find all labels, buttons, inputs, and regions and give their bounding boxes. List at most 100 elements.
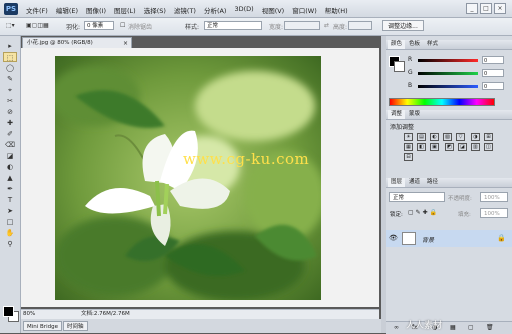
fill-input[interactable]: 100% (480, 208, 508, 218)
menu-file[interactable]: 文件(F) (24, 4, 50, 16)
brightness-icon[interactable]: ☀ (404, 133, 413, 141)
minimize-button[interactable]: _ (466, 3, 478, 14)
menu-filter[interactable]: 滤镜(T) (172, 4, 198, 16)
crop-tool-icon[interactable]: ⌖ (3, 85, 17, 95)
brush-tool-icon[interactable]: ✚ (3, 118, 17, 128)
menu-image[interactable]: 图像(I) (84, 4, 108, 16)
lock-label: 锁定: (390, 212, 403, 218)
selection-mode-icon[interactable]: ▣▢◫▦ (26, 22, 49, 29)
menu-3d[interactable]: 3D(D) (232, 4, 255, 16)
swap-icon[interactable]: ⇄ (324, 22, 329, 29)
color-spectrum[interactable] (389, 98, 495, 106)
blue-slider[interactable] (418, 85, 478, 88)
path-select-tool-icon[interactable]: ➤ (3, 206, 17, 216)
color-panel-bg-swatch[interactable] (394, 61, 405, 72)
timeline-tab[interactable]: 时间轴 (63, 321, 88, 331)
vibrance-icon[interactable]: ▽ (456, 133, 465, 141)
green-value[interactable]: 0 (482, 69, 504, 77)
close-tab-icon[interactable]: × (123, 38, 128, 48)
shape-tool-icon[interactable]: □ (3, 217, 17, 227)
menu-analysis[interactable]: 分析(A) (202, 4, 229, 16)
exposure-icon[interactable]: ▧ (443, 133, 452, 141)
invert-icon[interactable]: ◩ (444, 143, 454, 151)
blend-mode-select[interactable]: 正常 (389, 192, 445, 202)
tab-channels[interactable]: 通道 (406, 178, 423, 187)
zoom-level[interactable]: 80% (23, 310, 35, 319)
green-slider[interactable] (418, 72, 478, 75)
close-button[interactable]: × (494, 3, 506, 14)
blue-label: B (408, 82, 413, 89)
lasso-tool-icon[interactable]: ◯ (3, 63, 17, 73)
layer-thumbnail (402, 232, 416, 245)
document-tab[interactable]: 小花.jpg @ 80% (RGB/8) × (22, 37, 132, 48)
hand-tool-icon[interactable]: ✋ (3, 228, 17, 238)
tab-paths[interactable]: 路径 (424, 178, 441, 187)
adjustments-panel-header: 调整 蒙版 (386, 110, 512, 120)
feather-input[interactable]: 0 像素 (84, 21, 114, 30)
document-photo[interactable] (55, 56, 321, 300)
layer-name[interactable]: 背景 (422, 235, 434, 244)
zoom-tool-icon[interactable]: ⚲ (3, 239, 17, 249)
mini-bridge-tab[interactable]: Mini Bridge (23, 321, 62, 331)
gradient-tool-icon[interactable]: ◪ (3, 151, 17, 161)
photo-filter-icon[interactable]: ◧ (417, 143, 426, 151)
tab-styles[interactable]: 样式 (424, 40, 441, 49)
marquee-tool-icon[interactable]: ⬚▾ (6, 22, 15, 29)
menu-layer[interactable]: 图层(L) (112, 4, 138, 16)
trash-icon[interactable]: 🗑 (486, 324, 494, 331)
quick-select-tool-icon[interactable]: ✎ (3, 74, 17, 84)
blur-tool-icon[interactable]: ▲ (3, 173, 17, 183)
link-layers-icon[interactable]: ∞ (394, 324, 399, 331)
levels-icon[interactable]: ▤ (417, 133, 426, 141)
tab-masks[interactable]: 蒙版 (406, 110, 423, 119)
layer-mask-icon[interactable]: ▦ (450, 324, 456, 331)
foreground-color-swatch[interactable] (3, 306, 14, 317)
eyedropper-tool-icon[interactable]: ✂ (3, 96, 17, 106)
menu-help[interactable]: 帮助(H) (323, 4, 350, 16)
pen-tool-icon[interactable]: ✒ (3, 184, 17, 194)
channel-mixer-icon[interactable]: ▣ (430, 143, 439, 151)
new-layer-icon[interactable]: ▢ (468, 324, 474, 331)
selective-color-icon[interactable]: ⊟ (404, 153, 413, 161)
eraser-tool-icon[interactable]: ⌫ (3, 140, 17, 150)
refine-edge-button[interactable]: 调整边缘... (382, 20, 424, 31)
antialias-checkbox[interactable]: ☐ (120, 22, 125, 29)
tab-layers[interactable]: 图层 (388, 178, 406, 187)
tab-swatches[interactable]: 色板 (406, 40, 423, 49)
curves-icon[interactable]: ◐ (430, 133, 439, 141)
adjustment-icon-grid: ☀ ▤ ◐ ▧ ▽ ◑ ⊞ ▦ ◧ ▣ ◩ ◪ ▥ ◫ ⊟ (402, 132, 502, 162)
lock-options-icon[interactable]: ▢ ✎ ✚ 🔒 (408, 209, 437, 216)
tab-color[interactable]: 颜色 (388, 40, 406, 49)
posterize-icon[interactable]: ◪ (457, 143, 467, 151)
marquee-tool-icon[interactable]: ⬚ (3, 52, 17, 62)
options-bar: ⬚▾ ▣▢◫▦ 羽化: 0 像素 ☐ 消除锯齿 样式: 正常 宽度: ⇄ 高度:… (0, 18, 512, 36)
menu-window[interactable]: 窗口(W) (290, 4, 319, 16)
color-balance-icon[interactable]: ⊞ (483, 133, 493, 141)
style-select[interactable]: 正常 (204, 21, 262, 30)
menu-view[interactable]: 视图(V) (260, 4, 287, 16)
red-value[interactable]: 0 (482, 56, 504, 64)
type-tool-icon[interactable]: T (3, 195, 17, 205)
healing-tool-icon[interactable]: ⊘ (3, 107, 17, 117)
opacity-input[interactable]: 100% (480, 192, 508, 202)
lock-icon: 🔒 (497, 234, 506, 242)
tab-adjustments[interactable]: 调整 (388, 110, 406, 119)
width-input[interactable] (284, 21, 320, 30)
eye-icon[interactable]: 👁 (389, 234, 398, 242)
layer-background[interactable]: 👁 背景 🔒 (386, 230, 512, 247)
height-input[interactable] (348, 21, 372, 30)
clone-stamp-tool-icon[interactable]: ✐ (3, 129, 17, 139)
fill-label: 填充: (458, 212, 471, 218)
black-white-icon[interactable]: ▦ (404, 143, 413, 151)
dodge-tool-icon[interactable]: ◐ (3, 162, 17, 172)
gradient-map-icon[interactable]: ◫ (483, 143, 493, 151)
blue-value[interactable]: 0 (482, 82, 504, 90)
hue-saturation-icon[interactable]: ◑ (470, 133, 480, 141)
menu-edit[interactable]: 编辑(E) (54, 4, 80, 16)
document-tab-title: 小花.jpg @ 80% (RGB/8) (27, 40, 93, 46)
move-tool-icon[interactable]: ▸ (3, 41, 17, 51)
red-slider[interactable] (418, 59, 478, 62)
menu-select[interactable]: 选择(S) (142, 4, 168, 16)
maximize-button[interactable]: □ (480, 3, 492, 14)
threshold-icon[interactable]: ▥ (470, 143, 480, 151)
